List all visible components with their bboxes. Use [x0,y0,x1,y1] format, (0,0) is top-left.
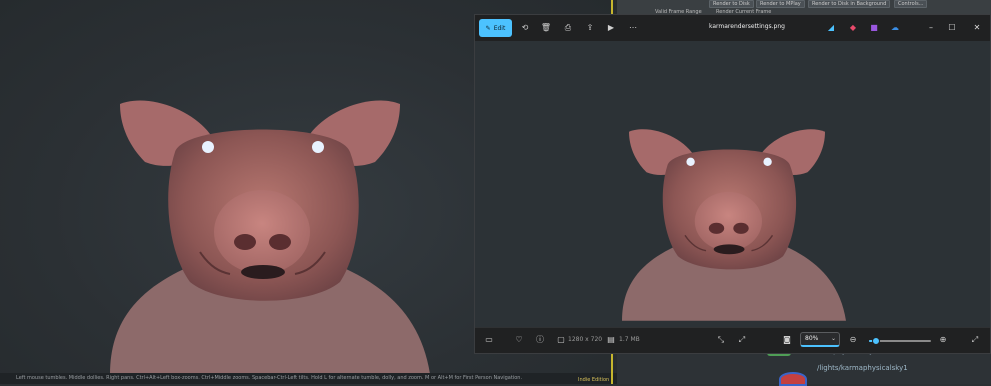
filmstrip-icon[interactable]: ▭ [483,334,495,346]
rotate-icon[interactable]: ⟲ [519,22,531,34]
onedrive-icon[interactable]: ☁ [889,22,901,34]
edit-icon: ✎ [485,24,491,32]
node-path-label: /lights/karmaphysicalsky1 [817,364,908,372]
image-resolution: 1280 x 720 [568,336,603,343]
favorite-icon[interactable]: ♡ [513,334,525,346]
edition-label: Indie Edition [578,377,610,383]
file-size-icon: ▤ [607,335,615,344]
fullscreen-icon[interactable]: ⤢ [969,334,981,346]
edit-button[interactable]: ✎ Edit [479,19,512,37]
pig-render-large [110,100,430,374]
photos-bottom-bar: ▭ ♡ ⓘ ▢ 1280 x 720 ▤ 1.7 MB ⤡ ⤢ ◙ 80% ⌄ … [475,327,990,353]
clipchamp-icon[interactable]: ■ [868,22,880,34]
fit-to-window-icon[interactable]: ⤡ [715,334,727,346]
delete-icon[interactable]: 🗑 [540,22,552,34]
actual-size-icon[interactable]: ⤢ [736,334,748,346]
print-icon[interactable]: ⎙ [562,22,574,34]
share-icon[interactable]: ⇪ [584,22,596,34]
zoom-in-icon[interactable]: ⊕ [937,334,949,346]
designer-icon[interactable]: ◆ [847,22,859,34]
info-icon[interactable]: ⓘ [534,334,546,346]
pig-render-preview [622,129,846,321]
file-size: 1.7 MB [619,336,640,343]
render-background-button[interactable]: Render to Disk in Background [808,0,891,8]
photos-titlebar: ✎ Edit ⟲ 🗑 ⎙ ⇪ ▶ ⋯ karmarendersettings.p… [475,15,990,41]
viewport-status-hint: Left mouse tumbles. Middle dollies. Righ… [0,373,617,384]
zoom-slider[interactable] [869,337,931,345]
zoom-level-input[interactable]: 80% ⌄ [800,332,840,347]
photos-window: ✎ Edit ⟲ 🗑 ⎙ ⇪ ▶ ⋯ karmarendersettings.p… [474,14,991,354]
window-title: karmarendersettings.png [709,23,785,30]
maximize-icon[interactable]: ☐ [945,21,959,35]
render-to-mplay-button[interactable]: Render to MPlay [756,0,805,8]
more-options-icon[interactable]: ⋯ [627,22,639,34]
image-canvas[interactable] [475,41,990,328]
close-icon[interactable]: ✕ [970,21,984,35]
zoom-slider-thumb[interactable] [872,337,881,345]
edit-label: Edit [493,24,506,32]
resolution-icon: ▢ [557,335,565,344]
screenshot-icon[interactable]: ◙ [781,334,793,346]
slideshow-icon[interactable]: ▶ [605,22,617,34]
zoom-level-value: 80% [805,335,819,342]
app-logo-icon[interactable]: ◢ [825,22,837,34]
chevron-down-icon[interactable]: ⌄ [831,333,836,345]
controls-button[interactable]: Controls... [894,0,928,8]
minimize-icon[interactable]: – [924,21,938,35]
zoom-out-icon[interactable]: ⊖ [847,334,859,346]
render-to-disk-button[interactable]: Render to Disk [709,0,754,8]
